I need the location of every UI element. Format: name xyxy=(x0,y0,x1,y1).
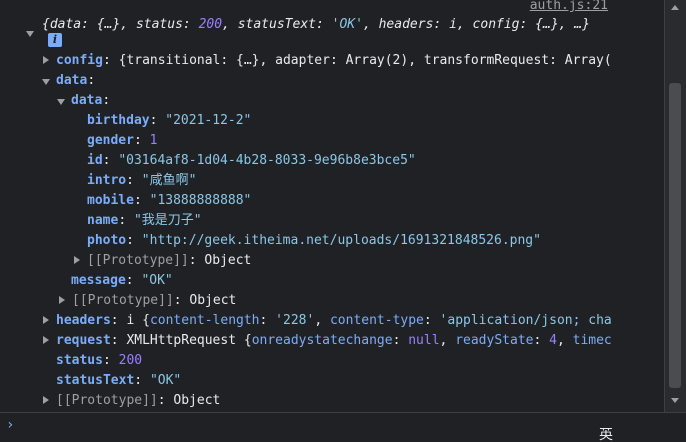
expand-toggle-request[interactable] xyxy=(43,336,49,344)
message-row: message: "OK" xyxy=(71,273,173,288)
field-value: "咸鱼啊" xyxy=(141,173,197,188)
field-row-birthday: birthday: "2021-12-2" xyxy=(87,113,252,128)
field-row-gender: gender: 1 xyxy=(87,133,158,148)
field-key: gender xyxy=(87,133,134,148)
data-row[interactable]: data: xyxy=(56,71,95,91)
field-key: intro xyxy=(87,173,127,188)
field-key: photo xyxy=(87,233,127,248)
expand-toggle-prototype-data[interactable] xyxy=(59,296,65,304)
field-value: "2021-12-2" xyxy=(165,113,252,128)
expand-toggle-root[interactable] xyxy=(26,31,34,37)
field-key: birthday xyxy=(87,113,150,128)
prototype-row-inner[interactable]: [[Prototype]]: Object xyxy=(87,251,251,271)
object-summary: {data: {…}, status: 200, statusText: 'OK… xyxy=(42,17,590,32)
field-value: "http://geek.itheima.net/uploads/1691321… xyxy=(141,233,541,248)
summary-value: 'OK' xyxy=(331,17,363,32)
field-value: "03164af8-1d04-4b28-8033-9e96b8e3bce5" xyxy=(118,153,416,168)
field-row-id: id: "03164af8-1d04-4b28-8033-9e96b8e3bce… xyxy=(87,153,416,168)
summary-value: i xyxy=(449,17,457,32)
summary-value: 200 xyxy=(198,17,223,32)
field-key: id xyxy=(87,153,103,168)
console-output: auth.js:21 {data: {…}, status: 200, stat… xyxy=(0,0,665,412)
info-icon[interactable]: i xyxy=(48,33,62,47)
field-row-intro: intro: "咸鱼啊" xyxy=(87,173,197,188)
ime-indicator: 英 xyxy=(599,428,613,441)
summary-key: config xyxy=(472,17,520,32)
scroll-up-arrow-icon[interactable] xyxy=(671,5,679,10)
summary-key: statusText xyxy=(237,17,316,32)
prototype-row-root[interactable]: [[Prototype]]: Object xyxy=(56,391,220,411)
summary-key: status xyxy=(135,17,183,32)
inner-data-row[interactable]: data: xyxy=(71,91,110,111)
console-prompt[interactable]: › xyxy=(0,412,686,442)
expand-toggle-inner-data[interactable] xyxy=(57,99,65,105)
field-row-mobile: mobile: "13888888888" xyxy=(87,193,252,208)
field-key: name xyxy=(87,213,119,228)
expand-toggle-data[interactable] xyxy=(42,79,50,85)
request-row[interactable]: request: XMLHttpRequest {onreadystatecha… xyxy=(56,331,612,351)
scrollbar-thumb[interactable] xyxy=(669,83,681,388)
headers-row[interactable]: headers: i {content-length: '228', conte… xyxy=(56,311,612,331)
field-row-photo: photo: "http://geek.itheima.net/uploads/… xyxy=(87,233,541,248)
expand-toggle-prototype-root[interactable] xyxy=(43,396,49,404)
status-row: status: 200 xyxy=(56,353,143,368)
vertical-scrollbar[interactable] xyxy=(664,0,686,412)
field-row-name: name: "我是刀子" xyxy=(87,213,202,228)
source-link[interactable]: auth.js:21 xyxy=(530,0,608,13)
expand-toggle-headers[interactable] xyxy=(43,316,49,324)
config-row[interactable]: config: {transitional: {…}, adapter: Arr… xyxy=(56,51,612,71)
scroll-down-arrow-icon[interactable] xyxy=(671,398,679,403)
status-text-row: statusText: "OK" xyxy=(56,373,182,388)
field-value: "我是刀子" xyxy=(133,213,202,228)
summary-value: {…} xyxy=(535,17,559,32)
field-key: mobile xyxy=(87,193,134,208)
prototype-row-data[interactable]: [[Prototype]]: Object xyxy=(72,291,236,311)
summary-key: headers xyxy=(378,17,434,32)
summary-key: data xyxy=(49,17,82,32)
prompt-chevron-icon: › xyxy=(6,417,15,433)
field-value: "13888888888" xyxy=(149,193,252,208)
field-value: 1 xyxy=(149,133,158,148)
expand-toggle-prototype-inner[interactable] xyxy=(74,256,80,264)
summary-value: {…} xyxy=(96,17,121,32)
expand-toggle-config[interactable] xyxy=(43,56,49,64)
